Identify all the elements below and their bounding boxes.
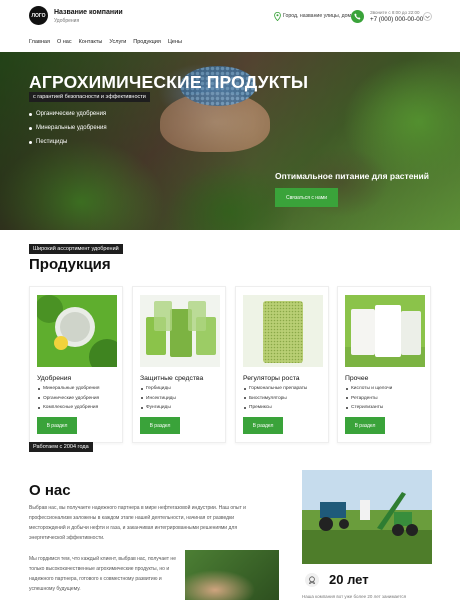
about-title: О нас [29, 482, 71, 499]
logo[interactable]: ЛОГО [29, 6, 48, 25]
nav-item-services[interactable]: Услуги [109, 39, 126, 45]
hero-feature-item: Органические удобрения [29, 111, 107, 117]
tractor-field-image [302, 470, 432, 564]
phone-icon [354, 13, 361, 20]
about-paragraph-1: Выбрав нас, вы получаете надежного партн… [29, 505, 246, 541]
product-card-list: Гормональные препараты Биостимуляторы Пр… [243, 386, 307, 415]
product-card-protection: Защитные средства Гербициды Инсектициды … [132, 286, 226, 443]
product-card-button[interactable]: В раздел [140, 417, 180, 434]
badge-icon [309, 576, 315, 584]
list-item: Ретарденты [345, 396, 392, 401]
nav-item-products[interactable]: Продукция [133, 39, 161, 45]
product-card-title: Защитные средства [140, 375, 204, 382]
list-item: Биостимуляторы [243, 396, 307, 401]
product-card-title: Удобрения [37, 375, 72, 382]
products-title: Продукция [29, 256, 111, 273]
list-item: Инсектициды [140, 396, 176, 401]
list-item: Минеральные удобрения [37, 386, 99, 391]
hero-feature-item: Минеральные удобрения [29, 125, 107, 131]
years-counter: 20 лет [329, 572, 369, 587]
list-item: Гормональные препараты [243, 386, 307, 391]
about-paragraph-2: Мы гордимся тем, что каждый клиент, выбр… [29, 556, 176, 592]
product-cards: Удобрения Минеральные удобрения Органиче… [29, 286, 431, 443]
call-button[interactable] [351, 10, 364, 23]
list-item: Фунгициды [140, 405, 176, 410]
list-item: Гербициды [140, 386, 176, 391]
hero-subtitle: с гарантией безопасности и эффективности [29, 92, 150, 102]
product-card-other: Прочее Кислоты и щелочи Ретарденты Стери… [337, 286, 431, 443]
site-header: ЛОГО Название компании Удобрения Город, … [0, 0, 460, 52]
growth-regulator-bag-image [243, 295, 323, 367]
list-item: Органические удобрения [37, 396, 99, 401]
hero-feature-item: Пестициды [29, 139, 107, 145]
hero-banner: АГРОХИМИЧЕСКИЕ ПРОДУКТЫ с гарантией безо… [0, 52, 460, 230]
contact-us-button[interactable]: Связаться с нами [275, 188, 338, 207]
product-card-button[interactable]: В раздел [37, 417, 77, 434]
address-text: Город, название улицы, дом 1 [283, 13, 356, 19]
fertilizer-bag-on-grass-image [37, 295, 117, 367]
working-hours: Звоните с 8:00 до 22:00 [370, 10, 420, 15]
product-card-list: Кислоты и щелочи Ретарденты Стерилизанты [345, 386, 392, 415]
nav-item-home[interactable]: Главная [29, 39, 50, 45]
list-item: Кислоты и щелочи [345, 386, 392, 391]
experience-icon [305, 573, 319, 587]
green-pouches-image [140, 295, 220, 367]
hero-tagline: Оптимальное питание для растений [275, 171, 430, 181]
product-card-button[interactable]: В раздел [345, 417, 385, 434]
list-item: Стерилизанты [345, 405, 392, 410]
location-pin-icon [274, 12, 281, 21]
product-card-fertilizers: Удобрения Минеральные удобрения Органиче… [29, 286, 123, 443]
product-card-growth-regulators: Регуляторы роста Гормональные препараты … [235, 286, 329, 443]
company-subtitle: Удобрения [54, 18, 80, 24]
hero-feature-list: Органические удобрения Минеральные удобр… [29, 111, 107, 153]
nav-item-about[interactable]: О нас [57, 39, 72, 45]
list-item: Премиксы [243, 405, 307, 410]
nav-item-contacts[interactable]: Контакты [79, 39, 103, 45]
chevron-down-icon [425, 15, 430, 19]
company-name: Название компании [54, 9, 123, 16]
product-card-button[interactable]: В раздел [243, 417, 283, 434]
product-card-list: Гербициды Инсектициды Фунгициды [140, 386, 176, 415]
product-card-list: Минеральные удобрения Органические удобр… [37, 386, 99, 415]
list-item: Комплексные удобрения [37, 405, 99, 410]
years-subtitle: Наша компания вот уже более 20 лет заним… [302, 594, 407, 599]
phone-number[interactable]: +7 (000) 000-00-00 [370, 16, 423, 23]
hand-with-plant-image [185, 550, 279, 600]
contacts-dropdown-button[interactable] [423, 12, 432, 21]
product-card-title: Прочее [345, 375, 369, 382]
nav-item-prices[interactable]: Цены [168, 39, 182, 45]
main-nav: Главная О нас Контакты Услуги Продукция … [29, 39, 182, 45]
hero-title: АГРОХИМИЧЕСКИЕ ПРОДУКТЫ [29, 72, 309, 92]
white-pouches-image [345, 295, 425, 367]
products-badge: Широкий ассортимент удобрений [29, 244, 123, 254]
product-card-title: Регуляторы роста [243, 375, 300, 382]
about-badge: Работаем с 2004 года [29, 442, 93, 452]
